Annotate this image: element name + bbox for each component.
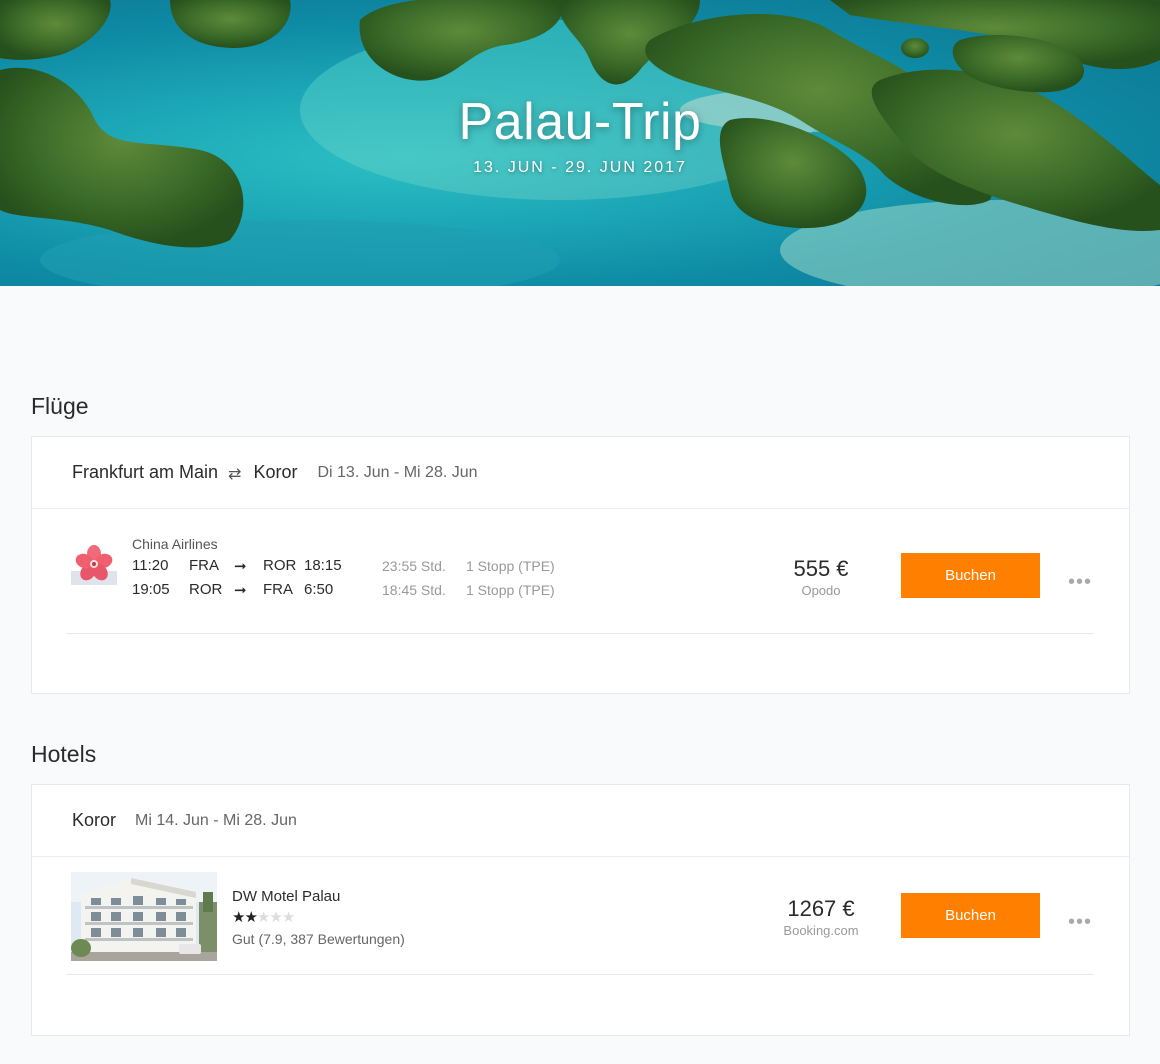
hotel-card: Koror Mi 14. Jun - Mi 28. Jun DW Motel P…	[31, 784, 1130, 1036]
hotel-card-header: Koror Mi 14. Jun - Mi 28. Jun	[32, 785, 1129, 857]
star-filled-icon: ★	[232, 909, 245, 926]
hotel-dates: Mi 14. Jun - Mi 28. Jun	[135, 811, 297, 829]
star-empty-icon: ★	[281, 909, 295, 926]
hotel-location: Koror	[72, 810, 117, 830]
hotel-star-rating: ★★★★★	[232, 908, 295, 926]
hotel-price: 1267 €	[787, 896, 855, 921]
hotel-book-button[interactable]: Buchen	[901, 893, 1040, 938]
inbound-to: FRA	[263, 581, 293, 598]
outbound-from: FRA	[189, 557, 219, 574]
route-to: Koror	[253, 462, 298, 482]
hotel-divider	[67, 974, 1093, 975]
outbound-depart-time: 11:20	[132, 557, 169, 574]
inbound-from: ROR	[189, 581, 223, 598]
airline-name: China Airlines	[132, 536, 218, 552]
outbound-to: ROR	[263, 557, 297, 574]
outbound-arrive-time: 18:15	[304, 557, 342, 574]
flight-more-icon[interactable]: •••	[1068, 571, 1092, 594]
hotels-section-title: Hotels	[31, 741, 97, 767]
flight-provider: Opodo	[801, 583, 841, 598]
hotel-more-icon[interactable]: •••	[1068, 911, 1092, 934]
inbound-duration: 18:45 Std.	[382, 582, 446, 598]
route-dates: Di 13. Jun - Mi 28. Jun	[317, 463, 478, 481]
star-empty-icon: ★	[256, 909, 270, 926]
route-from: Frankfurt am Main	[72, 462, 219, 482]
hero-banner: Palau-Trip 13. JUN - 29. JUN 2017	[0, 0, 1160, 286]
star-filled-icon: ★	[244, 909, 257, 926]
hotel-review-score: Gut (7.9, 387 Bewertungen)	[232, 931, 405, 947]
flight-card: Frankfurt am Main ⇄ Koror Di 13. Jun - M…	[31, 436, 1130, 694]
inbound-arrive-time: 6:50	[304, 581, 334, 598]
arrow-right-icon: ➞	[234, 582, 247, 599]
flight-result-row[interactable]: China Airlines 11:20 FRA ➞ ROR 18:15 23:…	[32, 510, 1129, 630]
flight-card-header: Frankfurt am Main ⇄ Koror Di 13. Jun - M…	[32, 437, 1129, 509]
flight-divider	[67, 633, 1093, 634]
outbound-stops: 1 Stopp (TPE)	[466, 558, 555, 574]
star-empty-icon: ★	[269, 909, 282, 926]
arrow-right-icon: ➞	[234, 558, 247, 575]
trip-dates: 13. JUN - 29. JUN 2017	[473, 159, 687, 176]
flight-price: 555 €	[793, 556, 849, 581]
inbound-stops: 1 Stopp (TPE)	[466, 582, 555, 598]
inbound-depart-time: 19:05	[132, 581, 170, 598]
swap-icon: ⇄	[228, 465, 242, 483]
plum-blossom-icon	[71, 545, 117, 585]
hotel-provider: Booking.com	[783, 923, 859, 938]
hotel-result-row[interactable]: DW Motel Palau ★★★★★ Gut (7.9, 387 Bewer…	[32, 858, 1129, 973]
hotel-name: DW Motel Palau	[232, 888, 341, 905]
hotel-photo	[71, 872, 217, 961]
flights-section-title: Flüge	[31, 393, 89, 419]
flight-book-button[interactable]: Buchen	[901, 553, 1040, 598]
trip-title: Palau-Trip	[458, 93, 702, 151]
outbound-duration: 23:55 Std.	[382, 558, 446, 574]
